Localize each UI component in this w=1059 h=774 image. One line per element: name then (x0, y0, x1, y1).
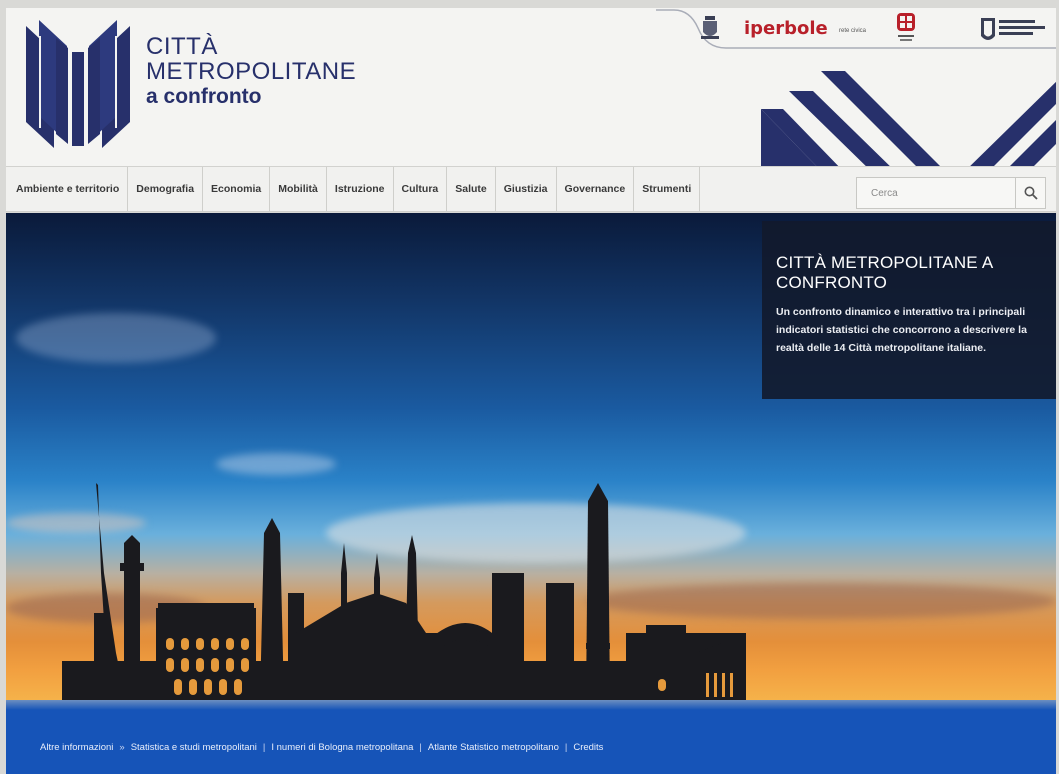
partner-logos: iperbole rete civica (656, 8, 1056, 60)
hero-description: Un confronto dinamico e interattivo tra … (776, 306, 1027, 354)
nav-item-governance[interactable]: Governance (557, 167, 635, 211)
nav-item-giustizia[interactable]: Giustizia (496, 167, 557, 211)
comune-bologna-icon[interactable] (894, 12, 918, 46)
citta-metropolitana-bologna-icon[interactable] (979, 14, 1049, 48)
search-button[interactable] (1015, 178, 1045, 208)
site-title-line3: a confronto (146, 85, 262, 108)
nav-item-economia[interactable]: Economia (203, 167, 271, 211)
footer-separator: | (419, 742, 422, 753)
hero-info-box: CITTÀ METROPOLITANE A CONFRONTO Un confr… (762, 221, 1056, 399)
nav-item-ambiente-e-territorio[interactable]: Ambiente e territorio (6, 167, 129, 211)
search-box (856, 177, 1046, 209)
comune-crest-icon[interactable] (701, 14, 719, 42)
footer-intro: Altre informazioni (40, 742, 114, 753)
footer-link-credits[interactable]: Credits (573, 742, 603, 753)
site-title-line2: METROPOLITANE (146, 58, 357, 85)
footer-link-numeri-bologna[interactable]: I numeri di Bologna metropolitana (271, 742, 413, 753)
search-icon (1024, 186, 1038, 200)
chevron-right-icon: » (119, 742, 125, 753)
footer-link-statistica[interactable]: Statistica e studi metropolitani (131, 742, 257, 753)
footer-divider (6, 700, 1056, 710)
site-title-line1: CITTÀ (146, 33, 218, 60)
footer-separator: | (564, 742, 568, 753)
nav-item-demografia[interactable]: Demografia (128, 167, 204, 211)
nav-item-salute[interactable]: Salute (447, 167, 496, 211)
nav-item-mobilita[interactable]: Mobilità (270, 167, 327, 211)
iperbole-logo[interactable]: iperbole (744, 18, 828, 39)
nav-item-istruzione[interactable]: Istruzione (327, 167, 394, 211)
search-input[interactable] (857, 178, 1017, 208)
site-header: CITTÀ METROPOLITANE a confronto iperbole… (6, 8, 1056, 166)
header-decoration (761, 71, 1056, 166)
hero-banner: CITTÀ METROPOLITANE A CONFRONTO Un confr… (6, 213, 1056, 700)
footer-separator: | (262, 742, 266, 753)
footer-links: Altre informazioni » Statistica e studi … (40, 742, 603, 753)
hero-title: CITTÀ METROPOLITANE A CONFRONTO (776, 253, 993, 292)
book-logo-icon (26, 20, 130, 148)
rete-civica-label: rete civica (839, 28, 867, 34)
footer-link-atlante[interactable]: Atlante Statistico metropolitano (428, 742, 559, 753)
site-footer: Altre informazioni » Statistica e studi … (6, 700, 1056, 774)
site-title: CITTÀ METROPOLITANE a confronto (146, 34, 356, 108)
nav-item-cultura[interactable]: Cultura (394, 167, 448, 211)
main-nav: Ambiente e territorio Demografia Economi… (6, 166, 1056, 212)
nav-item-strumenti[interactable]: Strumenti (634, 167, 701, 211)
